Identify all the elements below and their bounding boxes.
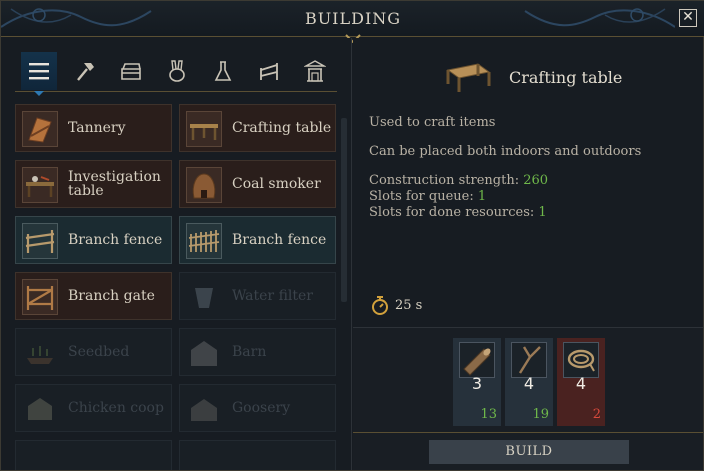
branch-icon bbox=[511, 342, 547, 378]
done-slots: Slots for done resources: 1 bbox=[369, 205, 547, 220]
tab-shrines[interactable] bbox=[297, 52, 333, 90]
tab-tools[interactable] bbox=[67, 52, 103, 90]
fence-icon bbox=[260, 63, 278, 80]
shrine-icon bbox=[304, 60, 326, 82]
construction-strength: Construction strength: 260 bbox=[369, 173, 549, 188]
building-cell-goosery[interactable]: Goosery bbox=[179, 384, 336, 432]
tab-fences[interactable] bbox=[251, 52, 287, 90]
item-placement: Can be placed both indoors and outdoors bbox=[369, 144, 642, 159]
tab-alchemy[interactable] bbox=[205, 52, 241, 90]
resource-rope: 4 2 bbox=[557, 338, 605, 426]
done-slots-value: 1 bbox=[538, 205, 547, 220]
building-cell-tannery[interactable]: Tannery bbox=[15, 104, 172, 152]
crafting-table-icon bbox=[186, 111, 222, 147]
building-cell-branch-gate[interactable]: Branch gate bbox=[15, 272, 172, 320]
building-label: Crafting table bbox=[232, 120, 332, 136]
seedbed-icon bbox=[22, 335, 58, 371]
close-button[interactable]: ✕ bbox=[679, 9, 697, 27]
ornament-right bbox=[524, 8, 675, 28]
tab-animals[interactable] bbox=[159, 52, 195, 90]
building-label: Goosery bbox=[232, 400, 291, 416]
resource-available: 13 bbox=[480, 407, 497, 422]
rope-icon bbox=[563, 342, 599, 378]
building-cell-barn[interactable]: Barn bbox=[179, 328, 336, 376]
branch-fence-icon bbox=[186, 223, 222, 259]
item-name: Crafting table bbox=[509, 68, 623, 87]
building-cell-crafting-table[interactable]: Crafting table bbox=[179, 104, 336, 152]
building-label: Investigation table bbox=[68, 169, 161, 199]
title-bar: BUILDING ✕ bbox=[1, 1, 704, 43]
building-label: Branch gate bbox=[68, 288, 155, 304]
rabbit-icon bbox=[169, 60, 185, 82]
list-scrollbar[interactable] bbox=[341, 118, 347, 302]
tab-storage[interactable] bbox=[113, 52, 149, 90]
resource-log: 3 13 bbox=[453, 338, 501, 426]
details-panel: Crafting table Used to craft items Can b… bbox=[353, 38, 703, 470]
building-label: Barn bbox=[232, 344, 267, 360]
building-cell-chicken-coop[interactable]: Chicken coop bbox=[15, 384, 172, 432]
branch-fence-icon bbox=[22, 223, 58, 259]
panel-divider bbox=[351, 38, 352, 470]
building-cell-water-filter[interactable]: Water filter bbox=[179, 272, 336, 320]
building-label: Chicken coop bbox=[68, 400, 164, 416]
tab-all[interactable] bbox=[21, 52, 57, 96]
chicken-coop-icon bbox=[22, 391, 58, 427]
tannery-icon bbox=[22, 111, 58, 147]
resource-required: 3 bbox=[471, 374, 483, 393]
category-tabs bbox=[15, 52, 337, 96]
build-time-value: 25 s bbox=[395, 298, 423, 313]
building-list-panel: Tannery Crafting table Investigation tab… bbox=[3, 38, 351, 470]
building-label: Tannery bbox=[68, 120, 126, 136]
building-label: Branch fence bbox=[232, 232, 327, 248]
queue-slots-value: 1 bbox=[477, 189, 487, 204]
flask-icon bbox=[214, 61, 232, 81]
resource-branch: 4 19 bbox=[505, 338, 553, 426]
list-icon bbox=[29, 63, 49, 80]
log-icon bbox=[459, 342, 495, 378]
hammer-icon bbox=[77, 63, 94, 81]
resource-required: 4 bbox=[575, 374, 587, 393]
crafting-table-icon bbox=[446, 63, 491, 92]
investigation-table-icon bbox=[22, 167, 58, 203]
building-cell-branch-fence-2[interactable]: Branch fence bbox=[179, 216, 336, 264]
build-button[interactable]: BUILD bbox=[429, 440, 629, 464]
construction-strength-value: 260 bbox=[523, 173, 549, 188]
queue-slots: Slots for queue: 1 bbox=[369, 189, 487, 204]
building-label: Seedbed bbox=[68, 344, 130, 360]
building-cell-coal-smoker[interactable]: Coal smoker bbox=[179, 160, 336, 208]
item-description: Used to craft items bbox=[369, 115, 496, 130]
building-window: BUILDING ✕ Tannery Crafting table Invest… bbox=[0, 0, 704, 471]
resource-available: 19 bbox=[532, 407, 549, 422]
building-cell-seedbed[interactable]: Seedbed bbox=[15, 328, 172, 376]
building-cell-partial[interactable] bbox=[179, 440, 336, 470]
coal-smoker-icon bbox=[186, 167, 222, 203]
water-filter-icon bbox=[186, 279, 222, 315]
building-label: Branch fence bbox=[68, 232, 163, 248]
building-cell-branch-fence[interactable]: Branch fence bbox=[15, 216, 172, 264]
resource-available: 2 bbox=[592, 407, 601, 422]
building-cell-partial[interactable] bbox=[15, 440, 172, 470]
goosery-icon bbox=[186, 391, 222, 427]
stopwatch-icon bbox=[372, 296, 388, 315]
chest-icon bbox=[121, 63, 141, 80]
resource-required: 4 bbox=[523, 374, 535, 393]
building-label: Coal smoker bbox=[232, 176, 321, 192]
barn-icon bbox=[186, 335, 222, 371]
branch-gate-icon bbox=[22, 279, 58, 315]
build-divider bbox=[353, 432, 703, 433]
building-label: Water filter bbox=[232, 288, 313, 304]
building-cell-investigation-table[interactable]: Investigation table bbox=[15, 160, 172, 208]
